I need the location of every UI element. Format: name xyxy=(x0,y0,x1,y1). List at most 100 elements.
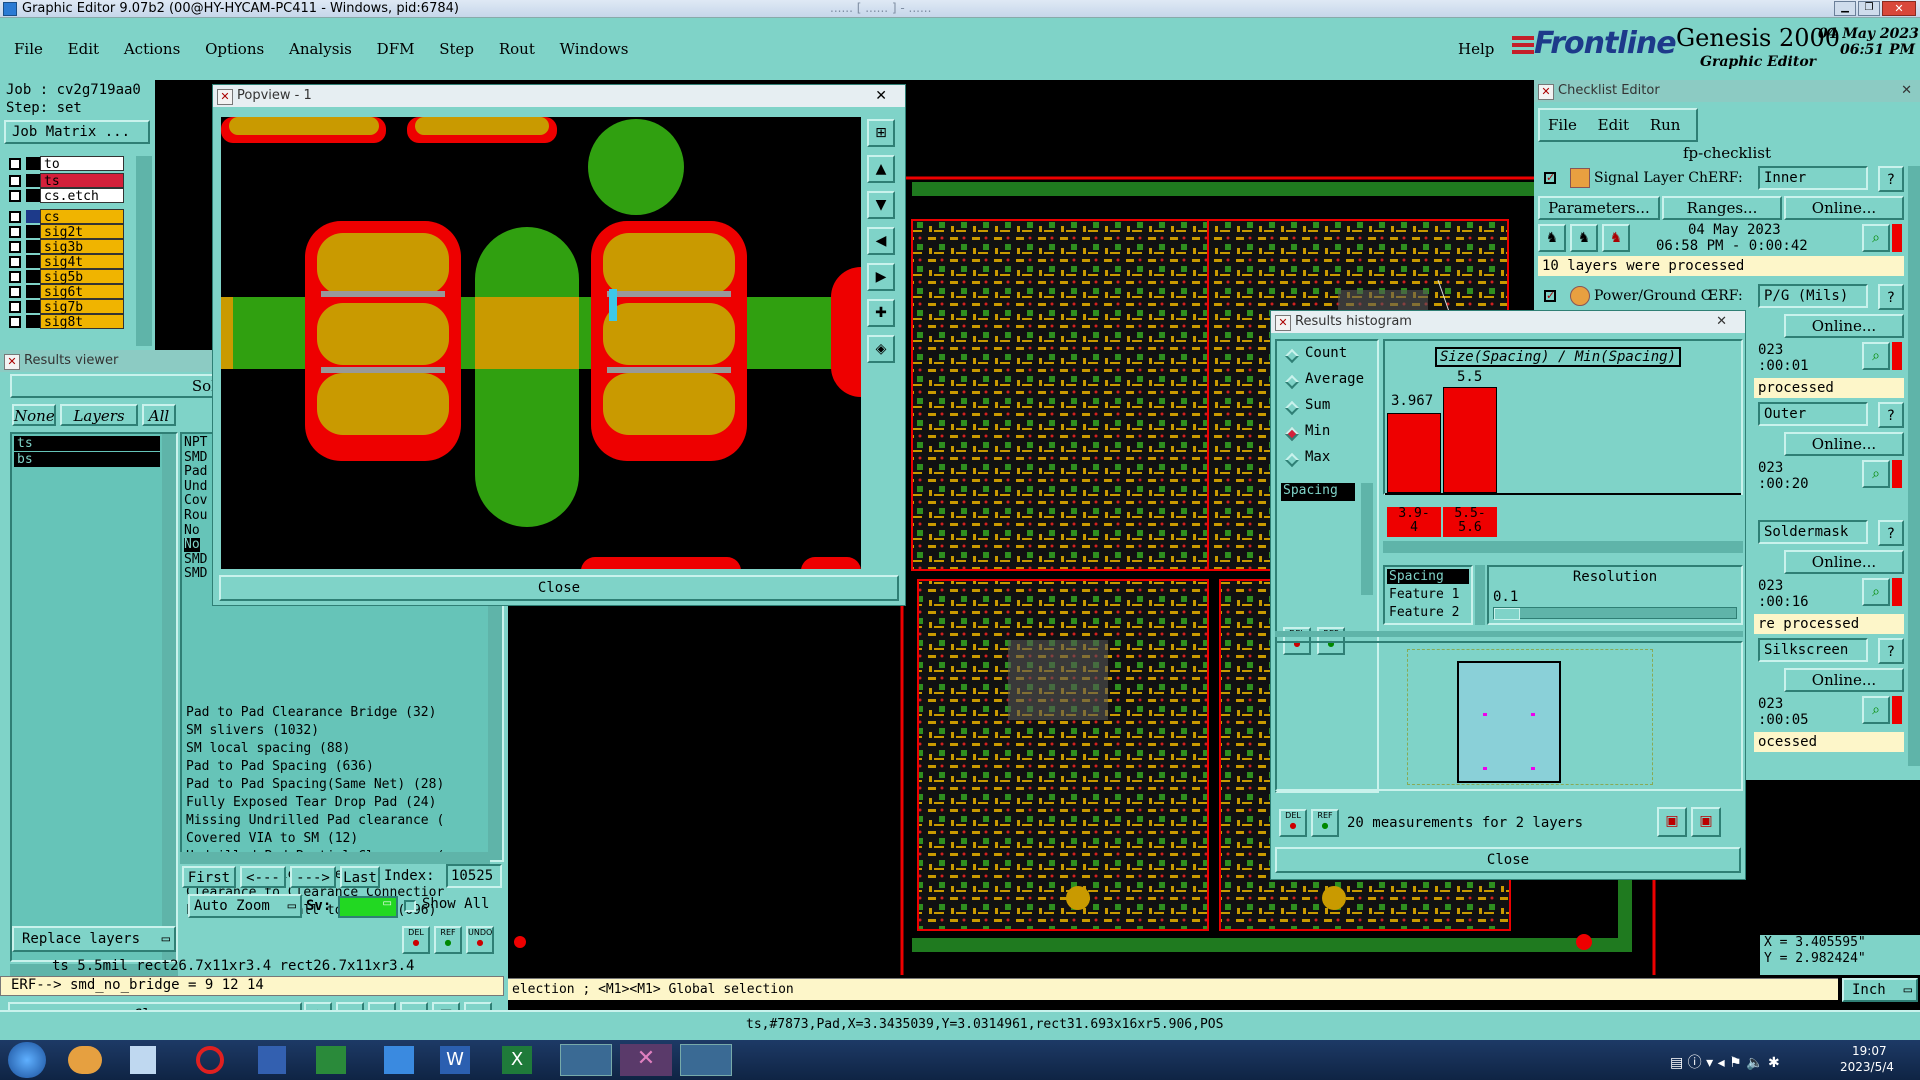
import-icon[interactable]: ▣ xyxy=(1691,807,1721,837)
menu-dfm[interactable]: DFM xyxy=(377,40,415,58)
taskbar-app-notepad-icon[interactable] xyxy=(130,1046,156,1074)
zoom-fit-icon[interactable]: ⊞ xyxy=(867,119,895,147)
layer-item-sig3b[interactable]: sig3b xyxy=(40,239,124,255)
mode-label[interactable]: Count xyxy=(1305,345,1347,361)
run-icon[interactable]: ♞ xyxy=(1538,224,1566,252)
taskbar-app-x-icon[interactable]: ✕ xyxy=(620,1044,672,1076)
layer-color-swatch[interactable] xyxy=(26,210,40,223)
layer-checkbox[interactable] xyxy=(9,175,21,187)
result-category[interactable]: SM local spacing (88) xyxy=(186,740,350,758)
close-window-button[interactable]: ✕ xyxy=(1882,1,1916,16)
check-item-checkbox[interactable]: ✓ xyxy=(1544,290,1556,302)
layer-checkbox[interactable] xyxy=(9,316,21,328)
layer-item-sig6t[interactable]: sig6t xyxy=(40,284,124,300)
result-category[interactable]: SM slivers (1032) xyxy=(186,722,319,740)
last-button[interactable]: Last xyxy=(340,866,380,888)
result-category[interactable]: No xyxy=(184,538,200,553)
layer-item-sig2t[interactable]: sig2t xyxy=(40,224,124,240)
attribute-scrollbar[interactable] xyxy=(1361,483,1373,595)
online-button[interactable]: Online... xyxy=(1784,196,1904,220)
sol-button[interactable]: Sol xyxy=(10,374,220,398)
result-category[interactable]: Missing Undrilled Pad clearance ( xyxy=(186,812,444,830)
pan-up-icon[interactable]: ▲ xyxy=(867,155,895,183)
histogram-close-icon[interactable]: ✕ xyxy=(1716,311,1727,333)
layer-color-swatch[interactable] xyxy=(26,157,40,170)
menu-step[interactable]: Step xyxy=(439,40,474,58)
zoom-icon[interactable]: ⌕ xyxy=(1862,696,1890,724)
online-button[interactable]: Online... xyxy=(1784,668,1904,692)
checklist-menu-run[interactable]: Run xyxy=(1650,116,1681,134)
menu-help[interactable]: Help xyxy=(1458,40,1494,58)
layer-checkbox[interactable] xyxy=(9,241,21,253)
layer-item-sig8t[interactable]: sig8t xyxy=(40,314,124,330)
option-feature-2[interactable]: Feature 2 xyxy=(1387,605,1459,620)
minimize-button[interactable]: ▁ xyxy=(1834,1,1856,16)
taskbar-app-arrow-icon[interactable] xyxy=(384,1046,414,1074)
taskbar-app-p-icon[interactable] xyxy=(316,1046,346,1074)
layer-item-sig7b[interactable]: sig7b xyxy=(40,299,124,315)
option-spacing[interactable]: Spacing xyxy=(1387,569,1469,584)
online-button[interactable]: Online... xyxy=(1784,314,1904,338)
layer-color-swatch[interactable] xyxy=(26,300,40,313)
menu-windows[interactable]: Windows xyxy=(560,40,629,58)
zoom-icon[interactable]: ⌕ xyxy=(1862,460,1890,488)
pan-left-icon[interactable]: ◀ xyxy=(867,227,895,255)
erf-value[interactable]: P/G (Mils) xyxy=(1758,284,1868,308)
help-icon[interactable]: ? xyxy=(1878,284,1904,310)
option-feature-1[interactable]: Feature 1 xyxy=(1387,587,1459,602)
layer-checkbox[interactable] xyxy=(9,158,21,170)
layer-color-swatch[interactable] xyxy=(26,189,40,202)
result-category[interactable]: Pad to Pad Spacing(Same Net) (28) xyxy=(186,776,444,794)
first-button[interactable]: First xyxy=(182,866,236,888)
checklist-scrollbar[interactable] xyxy=(1908,166,1920,766)
prev-button[interactable]: <--- xyxy=(240,866,286,888)
del-button[interactable]: DEL ● xyxy=(402,926,430,954)
ranges-button[interactable]: Ranges... xyxy=(1662,196,1782,220)
layer-checkbox[interactable] xyxy=(9,271,21,283)
checklist-close-icon[interactable]: ✕ xyxy=(1901,80,1912,102)
preview-ref-button[interactable]: REF ● xyxy=(1311,809,1339,837)
none-button[interactable]: None xyxy=(12,404,56,426)
parameters-button[interactable]: Parameters... xyxy=(1538,196,1660,220)
undo-button[interactable]: UNDO ● xyxy=(466,926,494,954)
mode-radio[interactable] xyxy=(1284,374,1300,390)
menu-options[interactable]: Options xyxy=(205,40,264,58)
taskbar-app-shell-icon[interactable] xyxy=(68,1046,102,1074)
layer-item-cs.etch[interactable]: cs.etch xyxy=(40,188,124,204)
pan-right-icon[interactable]: ▶ xyxy=(867,263,895,291)
taskbar-app-genesis-icon[interactable] xyxy=(560,1044,612,1076)
resolution-slider[interactable] xyxy=(1493,607,1737,620)
layer-item-sig5b[interactable]: sig5b xyxy=(40,269,124,285)
help-icon[interactable]: ? xyxy=(1878,166,1904,192)
checklist-menu-edit[interactable]: Edit xyxy=(1598,116,1629,134)
layer-color-swatch[interactable] xyxy=(26,174,40,187)
layer-item-sig4t[interactable]: sig4t xyxy=(40,254,124,270)
taskbar-app-excel-icon[interactable]: X xyxy=(502,1046,532,1074)
run-icon[interactable]: ♞ xyxy=(1602,224,1630,252)
options-scrollbar[interactable] xyxy=(1475,565,1485,625)
result-category[interactable]: Pad to Pad Clearance Bridge (32) xyxy=(186,704,436,722)
help-icon[interactable]: ? xyxy=(1878,402,1904,428)
taskbar-app-browser-icon[interactable] xyxy=(196,1046,224,1074)
layer-checkbox[interactable] xyxy=(9,286,21,298)
replace-layers-dropdown[interactable]: Replace layers ▭ xyxy=(12,926,176,952)
attribute-item[interactable]: Spacing xyxy=(1281,483,1355,501)
pan-down-icon[interactable]: ▼ xyxy=(867,191,895,219)
layer-checkbox[interactable] xyxy=(9,301,21,313)
sv-color-dropdown[interactable]: ▭ xyxy=(338,896,398,918)
layer-checkbox[interactable] xyxy=(9,190,21,202)
histogram-hscroll[interactable] xyxy=(1383,541,1743,553)
layer-checkbox[interactable] xyxy=(9,226,21,238)
mode-label[interactable]: Min xyxy=(1305,423,1330,439)
erf-value[interactable]: Silkscreen xyxy=(1758,638,1868,662)
layer-list-scrollbar[interactable] xyxy=(136,156,152,346)
result-category[interactable]: SMD xyxy=(184,450,207,465)
job-matrix-button[interactable]: Job Matrix ... xyxy=(4,120,150,144)
taskbar-app-genesis2-icon[interactable] xyxy=(680,1044,732,1076)
zoom-icon[interactable]: ⌕ xyxy=(1862,224,1890,252)
layers-button[interactable]: Layers xyxy=(60,404,138,426)
start-button[interactable] xyxy=(8,1042,46,1078)
result-layer-item[interactable]: bs xyxy=(14,452,160,467)
result-category[interactable]: No xyxy=(184,523,200,538)
layer-item-cs[interactable]: cs xyxy=(40,209,124,225)
